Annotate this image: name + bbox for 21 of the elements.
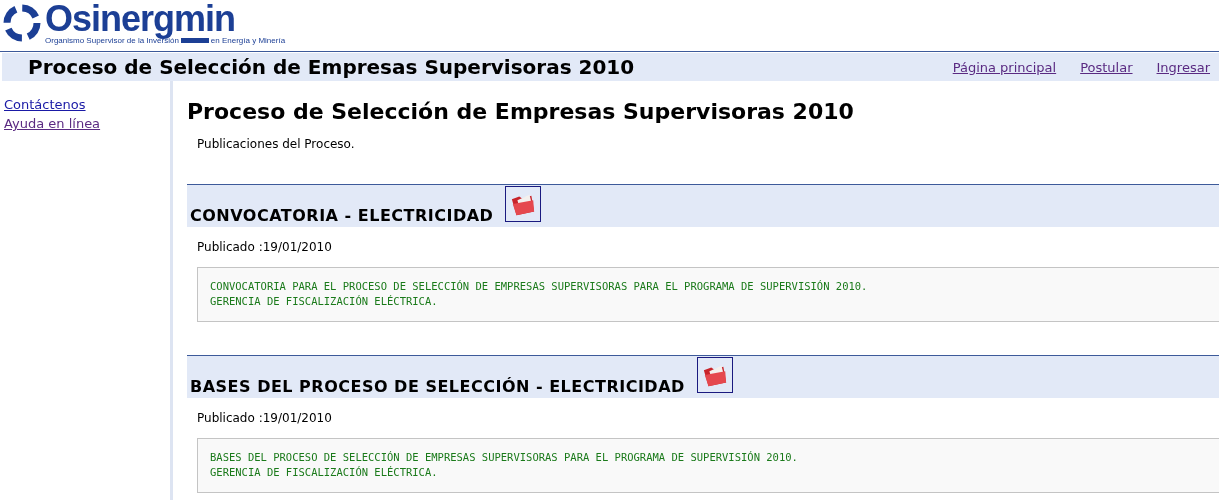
sidebar-link[interactable]: Ayuda en línea	[4, 116, 101, 131]
logo-icon	[2, 3, 42, 43]
section-title: CONVOCATORIA - ELECTRICIDAD	[190, 206, 494, 225]
folder-button[interactable]	[696, 357, 733, 393]
published-date: Publicado :19/01/2010	[197, 411, 333, 425]
section-title: BASES DEL PROCESO DE SELECCIÓN - ELECTRICIDAD	[190, 377, 685, 396]
logo-stripe	[180, 38, 209, 43]
intro-text: Publicaciones del Proceso.	[197, 137, 356, 151]
description-text: CONVOCATORIA PARA EL PROCESO DE SELECCIÓN DE EMPRESAS SUPERVISORAS PARA EL PROGRAMA DE SUPERVISIÓN 2010.	[210, 279, 869, 294]
page-title: Proceso de Selección de Empresas Supervisoras 2010	[28, 55, 635, 79]
published-date: Publicado :19/01/2010	[197, 240, 333, 254]
sidebar-link[interactable]: Contáctenos	[4, 97, 86, 112]
nav-link[interactable]: Ingresar	[1156, 59, 1210, 75]
nav-link[interactable]: Página principal	[952, 59, 1057, 75]
description-text: GERENCIA DE FISCALIZACIÓN ELÉCTRICA.	[210, 465, 439, 480]
description-text: BASES DEL PROCESO DE SELECCIÓN DE EMPRESAS SUPERVISORAS PARA EL PROGRAMA DE SUPERVISIÓN 2010.	[210, 450, 799, 465]
nav-link[interactable]: Postular	[1080, 59, 1133, 75]
logo-tagline: en Energía y Minería	[210, 36, 286, 45]
description-text: GERENCIA DE FISCALIZACIÓN ELÉCTRICA.	[210, 294, 439, 309]
main-heading: Proceso de Selección de Empresas Supervisoras 2010	[187, 99, 855, 124]
folder-button[interactable]	[505, 186, 542, 222]
